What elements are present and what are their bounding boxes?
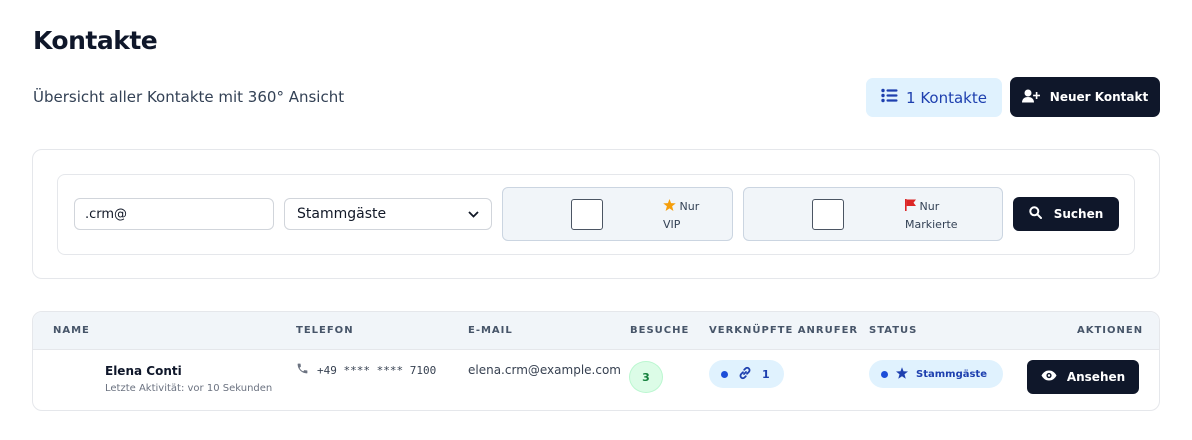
new-contact-button[interactable]: Neuer Kontakt — [1010, 77, 1160, 117]
link-icon — [738, 366, 752, 383]
contacts-table: NAME TELEFON E-MAIL BESUCHE VERKNÜPFTE A… — [32, 311, 1160, 411]
table-header: NAME TELEFON E-MAIL BESUCHE VERKNÜPFTE A… — [33, 312, 1159, 350]
search-button[interactable]: Suchen — [1013, 197, 1119, 231]
filter-card: Stammgäste Nur VIP Nur Markierte — [32, 149, 1160, 279]
linked-callers-count: 1 — [762, 367, 770, 381]
search-button-label: Suchen — [1053, 207, 1104, 221]
column-header-phone: TELEFON — [296, 325, 354, 336]
user-plus-icon — [1021, 89, 1040, 106]
flag-icon — [905, 199, 920, 213]
marked-label-line1: Nur — [919, 200, 940, 213]
chevron-down-icon — [468, 206, 479, 222]
vip-label-line2: VIP — [663, 218, 681, 231]
marked-filter[interactable]: Nur Markierte — [743, 187, 1003, 241]
marked-label-line2: Markierte — [905, 218, 958, 231]
visits-badge: 3 — [629, 361, 663, 393]
dot-icon — [721, 370, 728, 378]
contact-count-badge: 1 Kontakte — [866, 78, 1002, 117]
column-header-actions: AKTIONEN — [1077, 325, 1144, 336]
contact-name: Elena Conti — [105, 364, 182, 378]
linked-callers-badge: 1 — [709, 360, 784, 388]
eye-icon — [1041, 370, 1057, 384]
marked-label: Nur Markierte — [905, 198, 958, 234]
vip-filter[interactable]: Nur VIP — [502, 187, 733, 241]
page-subtitle: Übersicht aller Kontakte mit 360° Ansich… — [33, 88, 345, 106]
view-button[interactable]: Ansehen — [1027, 360, 1139, 394]
marked-checkbox[interactable] — [812, 199, 844, 230]
star-icon — [896, 366, 908, 382]
contact-last-activity: Letzte Aktivität: vor 10 Sekunden — [105, 383, 273, 394]
column-header-name: NAME — [53, 325, 90, 336]
column-header-email: E-MAIL — [468, 325, 513, 336]
list-icon — [881, 88, 898, 107]
column-header-linked: VERKNÜPFTE ANRUFER — [709, 325, 859, 336]
column-header-status: STATUS — [869, 325, 918, 336]
view-button-label: Ansehen — [1066, 370, 1126, 384]
vip-checkbox[interactable] — [571, 199, 603, 230]
visits-count: 3 — [642, 370, 650, 384]
status-badge: Stammgäste — [869, 360, 1003, 388]
page-title: Kontakte — [33, 26, 158, 55]
vip-label-line1: Nur — [679, 200, 700, 213]
phone-icon — [296, 362, 309, 378]
contact-email: elena.crm@example.com — [468, 363, 621, 377]
search-icon — [1029, 206, 1042, 222]
star-icon — [663, 199, 680, 213]
contact-count-label: 1 Kontakte — [906, 88, 987, 107]
status-label: Stammgäste — [916, 368, 987, 380]
search-input[interactable] — [74, 198, 274, 230]
filter-form: Stammgäste Nur VIP Nur Markierte — [57, 174, 1135, 255]
contact-phone-value: +49 **** **** 7100 — [317, 363, 437, 377]
dot-icon — [881, 370, 888, 378]
group-select[interactable]: Stammgäste — [284, 198, 492, 230]
column-header-visits: BESUCHE — [630, 325, 690, 336]
new-contact-label: Neuer Kontakt — [1049, 90, 1149, 104]
contact-phone: +49 **** **** 7100 — [296, 362, 436, 378]
group-select-value: Stammgäste — [297, 206, 387, 222]
vip-label: Nur VIP — [663, 198, 699, 234]
